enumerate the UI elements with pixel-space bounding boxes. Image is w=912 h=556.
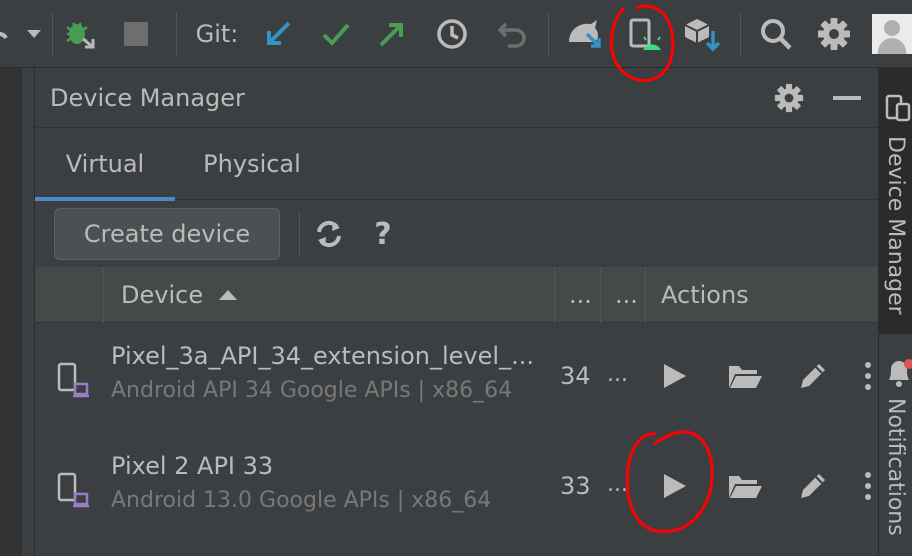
notifications-tool-tab[interactable]: Notifications xyxy=(879,348,912,556)
column-header-size[interactable]: ... xyxy=(615,267,638,323)
toolbar-divider xyxy=(740,12,741,56)
device-manager-tool-icon xyxy=(885,94,911,122)
play-icon xyxy=(664,364,686,388)
panel-title: Device Manager xyxy=(50,84,245,112)
tab-bar: Virtual Physical xyxy=(35,128,878,201)
device-api-level: 33 xyxy=(560,472,591,500)
git-update-icon[interactable] xyxy=(260,14,296,54)
right-tool-strip: Device Manager Notifications xyxy=(878,68,912,556)
column-divider xyxy=(600,267,601,323)
action-bar: Create device ? xyxy=(35,201,878,267)
launch-button[interactable] xyxy=(655,356,695,396)
debug-attach-icon[interactable] xyxy=(62,14,98,54)
device-manager-panel: Device Manager Virtual Physical Create d… xyxy=(35,68,878,556)
main-toolbar: Git: xyxy=(0,0,912,68)
device-name: Pixel_3a_API_34_extension_level_... xyxy=(111,342,534,370)
history-icon[interactable] xyxy=(432,14,472,54)
show-on-disk-button[interactable] xyxy=(725,466,765,506)
git-commit-icon[interactable] xyxy=(318,14,354,54)
sdk-manager-icon[interactable] xyxy=(564,14,606,54)
sync-project-icon[interactable] xyxy=(682,14,722,54)
column-divider xyxy=(645,267,646,323)
refresh-icon[interactable] xyxy=(313,218,345,250)
rollback-icon[interactable] xyxy=(492,14,532,54)
table-row[interactable]: Pixel_3a_API_34_extension_level_... Andr… xyxy=(35,330,878,438)
edit-device-button[interactable] xyxy=(793,356,833,396)
device-table-header: Device ... ... Actions xyxy=(35,267,878,323)
avatar[interactable] xyxy=(872,14,912,54)
device-manager-tool-label: Device Manager xyxy=(883,136,908,315)
panel-settings-icon[interactable] xyxy=(773,82,805,114)
column-divider xyxy=(554,267,555,323)
minimize-icon[interactable] xyxy=(831,82,863,114)
device-manager-icon[interactable] xyxy=(626,14,664,54)
device-api-level: 34 xyxy=(560,362,591,390)
column-header-device[interactable]: Device xyxy=(121,267,239,323)
launch-button[interactable] xyxy=(655,466,695,506)
toolbar-divider xyxy=(176,12,177,56)
device-name: Pixel 2 API 33 xyxy=(111,452,274,480)
dropdown-icon[interactable] xyxy=(22,14,46,54)
tab-label: Virtual xyxy=(65,150,145,178)
virtual-device-icon xyxy=(57,362,89,398)
show-on-disk-button[interactable] xyxy=(725,356,765,396)
create-device-button[interactable]: Create device xyxy=(54,208,280,260)
column-header-label: Device xyxy=(121,281,204,309)
more-icon xyxy=(865,362,871,390)
device-size: ... xyxy=(607,362,628,387)
column-header-api[interactable]: ... xyxy=(569,267,592,323)
folder-icon xyxy=(729,476,762,498)
more-icon xyxy=(865,472,871,500)
device-details: Android API 34 Google APIs | x86_64 xyxy=(111,378,513,403)
more-actions-button[interactable] xyxy=(861,356,875,396)
stop-icon[interactable] xyxy=(120,14,152,54)
toolbar-divider xyxy=(52,12,53,56)
notifications-bell-icon xyxy=(889,359,912,387)
git-push-icon[interactable] xyxy=(374,14,410,54)
pencil-icon xyxy=(801,364,825,388)
play-icon xyxy=(664,474,686,498)
left-editor-gutter xyxy=(0,68,22,556)
search-icon[interactable] xyxy=(756,14,796,54)
device-manager-tool-tab[interactable]: Device Manager xyxy=(879,68,912,334)
tab-virtual[interactable]: Virtual xyxy=(35,128,175,201)
device-size: ... xyxy=(607,472,628,497)
left-tool-strip xyxy=(0,68,35,556)
toolbar-divider xyxy=(548,12,549,56)
git-label: Git: xyxy=(195,20,239,48)
column-divider xyxy=(103,267,104,323)
pencil-icon xyxy=(801,474,825,498)
folder-icon xyxy=(729,366,762,388)
tab-label: Physical xyxy=(203,150,301,178)
settings-icon[interactable] xyxy=(814,14,854,54)
more-actions-button[interactable] xyxy=(861,466,875,506)
edit-device-button[interactable] xyxy=(793,466,833,506)
column-header-actions: Actions xyxy=(661,281,749,309)
panel-header: Device Manager xyxy=(35,68,878,128)
run-config-icon[interactable] xyxy=(0,14,12,54)
action-bar-divider xyxy=(299,211,300,257)
table-row[interactable]: Pixel 2 API 33 Android 13.0 Google APIs … xyxy=(35,440,878,548)
notifications-tool-label: Notifications xyxy=(883,398,908,536)
help-icon[interactable]: ? xyxy=(367,217,399,252)
device-details: Android 13.0 Google APIs | x86_64 xyxy=(111,488,492,513)
tab-physical[interactable]: Physical xyxy=(185,128,319,200)
sort-ascending-icon xyxy=(219,290,238,300)
virtual-device-icon xyxy=(57,472,89,508)
